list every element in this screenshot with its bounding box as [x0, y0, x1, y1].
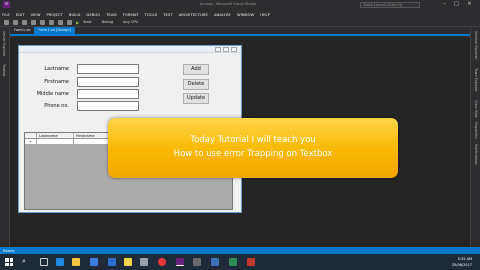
menu-bar: FILE EDIT VIEW PROJECT BUILD DEBUG TEAM …: [0, 10, 480, 18]
chrome-icon[interactable]: [158, 258, 166, 266]
banner-line-2: How to use error Trapping on Textbox: [173, 149, 333, 159]
menu-test[interactable]: TEST: [163, 12, 172, 17]
back-icon[interactable]: [4, 19, 9, 25]
right-tool-strip: Solution Explorer Team Explorer Class Vi…: [470, 28, 480, 247]
search-icon[interactable]: ⌕: [22, 257, 26, 266]
app-icon[interactable]: [193, 258, 201, 266]
quick-launch-input[interactable]: Quick Launch (Ctrl+Q): [360, 2, 420, 8]
title-bar: ∞ Anurag - Microsoft Visual Studio Quick…: [0, 0, 480, 10]
banner-line-1: Today Tutorial I will teach you: [190, 135, 316, 145]
tutorial-banner: Today Tutorial I will teach you How to u…: [108, 118, 398, 178]
mail-icon[interactable]: [108, 258, 116, 266]
document-tabs: Form1.vb Form1.vb [Design]: [10, 27, 470, 36]
maximize-button[interactable]: □: [452, 1, 461, 8]
middle-name-field[interactable]: [77, 89, 139, 99]
sticky-notes-icon[interactable]: [124, 258, 132, 266]
update-button[interactable]: Update: [183, 93, 209, 104]
app-icon[interactable]: [140, 258, 148, 266]
new-row-marker: *: [25, 139, 37, 145]
config-dropdown[interactable]: Debug: [102, 20, 114, 24]
menu-architecture[interactable]: ARCHITECTURE: [179, 12, 208, 17]
menu-tools[interactable]: TOOLS: [144, 12, 157, 17]
menu-window[interactable]: WINDOW: [237, 12, 254, 17]
middle-name-label: Middle name: [36, 91, 69, 97]
menu-edit[interactable]: EDIT: [16, 12, 25, 17]
team-explorer-tab[interactable]: Team Explorer: [474, 68, 478, 92]
menu-help[interactable]: HELP: [260, 12, 270, 17]
form-title-bar: [19, 46, 241, 53]
file-explorer-icon[interactable]: [72, 258, 80, 266]
menu-analyze[interactable]: ANALYZE: [214, 12, 231, 17]
phone-no-label: Phone no.: [44, 103, 69, 109]
class-view-tab[interactable]: Class View: [474, 100, 478, 118]
window-title: Anurag - Microsoft Visual Studio: [200, 2, 256, 6]
phone-no-field[interactable]: [77, 101, 139, 111]
menu-build[interactable]: BUILD: [69, 12, 81, 17]
toolbox-tab[interactable]: Toolbox: [2, 64, 6, 76]
save-icon[interactable]: [40, 19, 45, 25]
app-icon[interactable]: [229, 258, 237, 266]
grid-cell[interactable]: [37, 139, 74, 145]
menu-view[interactable]: VIEW: [31, 12, 41, 17]
add-button[interactable]: Add: [183, 64, 209, 75]
server-explorer-tab[interactable]: Server Explorer: [2, 31, 6, 57]
platform-dropdown[interactable]: Any CPU: [123, 20, 138, 24]
notifications-tab[interactable]: Notifications: [474, 144, 478, 165]
menu-format[interactable]: FORMAT: [123, 12, 139, 17]
clock-time[interactable]: 5:35 AM: [458, 257, 472, 261]
visual-studio-taskbar-icon[interactable]: [176, 258, 184, 266]
firstname-label: Firstname: [44, 79, 69, 85]
menu-file[interactable]: FILE: [2, 12, 10, 17]
toolbar: ▶ Start Debug Any CPU: [0, 18, 480, 27]
menu-debug[interactable]: DEBUG: [86, 12, 100, 17]
delete-button[interactable]: Delete: [183, 79, 209, 90]
status-text: Ready: [3, 248, 15, 253]
task-view-icon[interactable]: [40, 258, 48, 266]
tab-form1-design[interactable]: Form1.vb [Design]: [34, 27, 75, 34]
grid-cell[interactable]: [74, 139, 111, 145]
start-button[interactable]: Start: [83, 20, 92, 24]
app-icon[interactable]: [247, 258, 255, 266]
lastname-label: Lastname: [44, 66, 69, 72]
forward-icon[interactable]: [13, 19, 18, 25]
redo-icon[interactable]: [67, 19, 72, 25]
visual-studio-logo: ∞: [3, 1, 10, 8]
save-all-icon[interactable]: [49, 19, 54, 25]
properties-tab[interactable]: Properties: [474, 122, 478, 139]
left-tool-strip: Server Explorer Toolbox: [0, 28, 10, 247]
open-icon[interactable]: [31, 19, 36, 25]
undo-icon[interactable]: [58, 19, 63, 25]
lastname-field[interactable]: [77, 64, 139, 74]
app-icon[interactable]: [211, 258, 219, 266]
menu-project[interactable]: PROJECT: [46, 12, 62, 17]
new-project-icon[interactable]: [22, 19, 27, 25]
tab-form1-code[interactable]: Form1.vb: [10, 27, 34, 34]
form-close-icon: [231, 47, 237, 52]
taskbar: ⌕ 5:35 AM 25/06/2017: [0, 254, 480, 270]
menu-team[interactable]: TEAM: [106, 12, 117, 17]
form-maximize-icon: [223, 47, 229, 52]
solution-explorer-tab[interactable]: Solution Explorer: [474, 31, 478, 59]
status-bar: Ready: [0, 247, 480, 254]
start-play-icon[interactable]: ▶: [76, 20, 79, 25]
minimize-button[interactable]: –: [440, 1, 449, 8]
close-button[interactable]: ✕: [465, 1, 474, 8]
windows-start-icon[interactable]: [5, 258, 13, 266]
edge-icon[interactable]: [56, 258, 64, 266]
form-minimize-icon: [215, 47, 221, 52]
clock-date[interactable]: 25/06/2017: [452, 263, 472, 267]
store-icon[interactable]: [90, 258, 98, 266]
firstname-field[interactable]: [77, 77, 139, 87]
screen: ∞ Anurag - Microsoft Visual Studio Quick…: [0, 0, 480, 270]
